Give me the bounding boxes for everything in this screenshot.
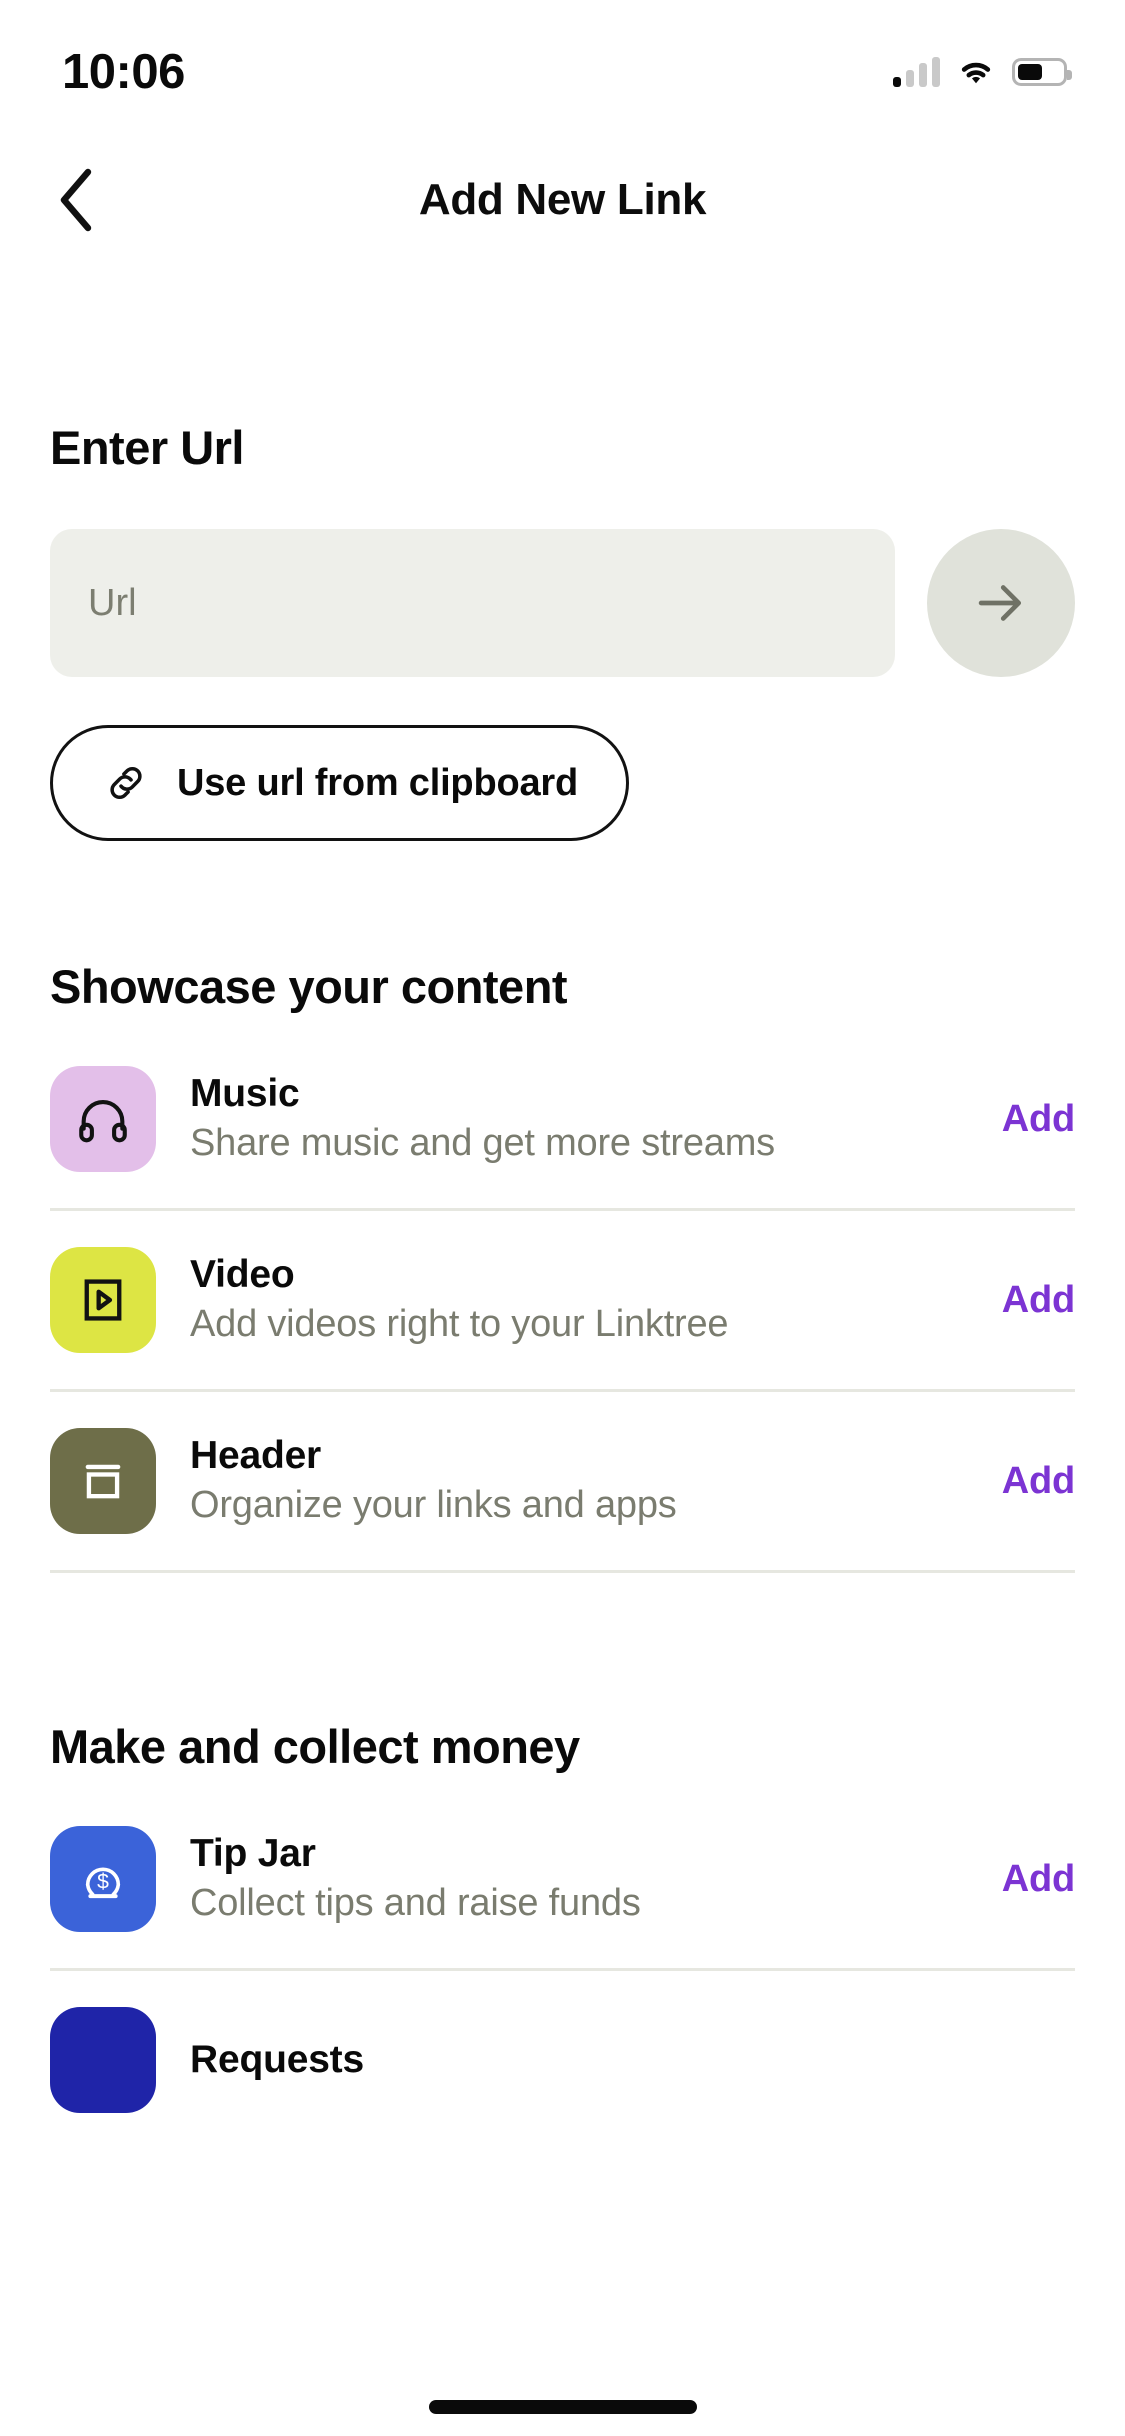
list-item-title: Header bbox=[190, 1434, 322, 1478]
add-button[interactable]: Add bbox=[992, 1279, 1075, 1322]
wifi-icon bbox=[961, 62, 991, 84]
list-item-text: Requests bbox=[190, 2036, 1031, 2084]
header-icon-tile bbox=[50, 1428, 156, 1534]
back-button[interactable] bbox=[36, 160, 116, 240]
list-item-description: Organize your links and apps bbox=[190, 1483, 677, 1526]
svg-text:$: $ bbox=[97, 1870, 109, 1893]
list-item[interactable]: $ Tip Jar Collect tips and raise funds A… bbox=[50, 1790, 1075, 1971]
phone-screen: 10:06 Add New Link Enter Url Url Use url… bbox=[0, 0, 1125, 2436]
chevron-left-icon bbox=[60, 168, 92, 232]
list-item[interactable]: Video Add videos right to your Linktree … bbox=[50, 1211, 1075, 1392]
header-card-icon bbox=[85, 1464, 121, 1499]
add-button[interactable]: Add bbox=[992, 1460, 1075, 1503]
home-indicator bbox=[428, 2400, 697, 2414]
enter-url-heading: Enter Url bbox=[50, 421, 245, 474]
video-icon-tile bbox=[50, 1247, 156, 1353]
list-item-description: Collect tips and raise funds bbox=[190, 1881, 641, 1924]
nav-bar: Add New Link bbox=[0, 150, 1125, 250]
list-item-text: Header Organize your links and apps bbox=[190, 1432, 958, 1529]
list-item[interactable]: Requests bbox=[50, 1971, 1075, 2149]
group-title: Make and collect money bbox=[50, 1720, 580, 1773]
clipboard-button-label: Use url from clipboard bbox=[177, 761, 579, 804]
music-icon-tile bbox=[50, 1066, 156, 1172]
video-play-icon bbox=[84, 1279, 122, 1321]
tip-jar-icon-tile: $ bbox=[50, 1826, 156, 1932]
main-content: Enter Url Use url from clipboard bbox=[0, 250, 1125, 2149]
status-indicators bbox=[893, 41, 1072, 87]
url-section: Enter Url Use url from clipboard bbox=[50, 250, 1075, 841]
list-item-description: Add videos right to your Linktree bbox=[190, 1302, 729, 1345]
url-submit-button[interactable] bbox=[927, 529, 1075, 677]
url-input-row bbox=[50, 529, 1075, 677]
add-button[interactable]: Add bbox=[992, 1858, 1075, 1901]
list-item-text: Tip Jar Collect tips and raise funds bbox=[190, 1830, 958, 1927]
list-item-text: Video Add videos right to your Linktree bbox=[190, 1251, 958, 1348]
group-title: Showcase your content bbox=[50, 960, 568, 1013]
list-item-title: Video bbox=[190, 1253, 295, 1297]
url-input[interactable] bbox=[50, 529, 895, 677]
list-item-title: Music bbox=[190, 1072, 300, 1116]
list-item-title: Tip Jar bbox=[190, 1832, 316, 1876]
battery-icon bbox=[1012, 58, 1072, 86]
status-time: 10:06 bbox=[62, 45, 185, 99]
status-bar: 10:06 bbox=[0, 0, 1125, 128]
list-item[interactable]: Header Organize your links and apps Add bbox=[50, 1392, 1075, 1573]
group-make-and-collect-money: Make and collect money $ Tip Jar Collect… bbox=[50, 1719, 1075, 2149]
use-url-from-clipboard-button[interactable]: Use url from clipboard bbox=[50, 725, 630, 841]
list-item[interactable]: Music Share music and get more streams A… bbox=[50, 1030, 1075, 1211]
list-item-description: Share music and get more streams bbox=[190, 1121, 775, 1164]
cellular-signal-icon bbox=[893, 57, 940, 87]
tip-jar-dollar-icon: $ bbox=[85, 1867, 121, 1899]
page-title: Add New Link bbox=[418, 175, 707, 224]
list-item-title: Requests bbox=[190, 2038, 364, 2082]
group-showcase-your-content: Showcase your content Music Share music … bbox=[50, 959, 1075, 1573]
add-button[interactable]: Add bbox=[992, 1098, 1075, 1141]
list-item-text: Music Share music and get more streams bbox=[190, 1070, 958, 1167]
link-chain-icon bbox=[110, 766, 142, 800]
headphones-icon bbox=[79, 1100, 127, 1143]
requests-icon-tile bbox=[50, 2007, 156, 2113]
arrow-right-icon bbox=[978, 585, 1022, 621]
